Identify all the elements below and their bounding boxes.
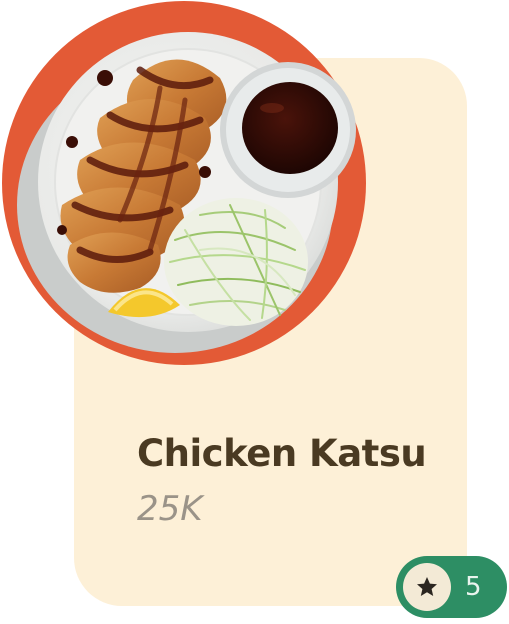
item-name: Chicken Katsu: [137, 432, 427, 475]
chicken-katsu-plate-image: [2, 1, 366, 365]
star-icon: [417, 577, 437, 596]
star-icon-badge: [403, 563, 451, 611]
item-price: 25K: [137, 489, 203, 529]
food-image: [0, 0, 380, 380]
rating-value: 5: [465, 572, 482, 602]
rating-badge[interactable]: 5: [396, 556, 507, 618]
